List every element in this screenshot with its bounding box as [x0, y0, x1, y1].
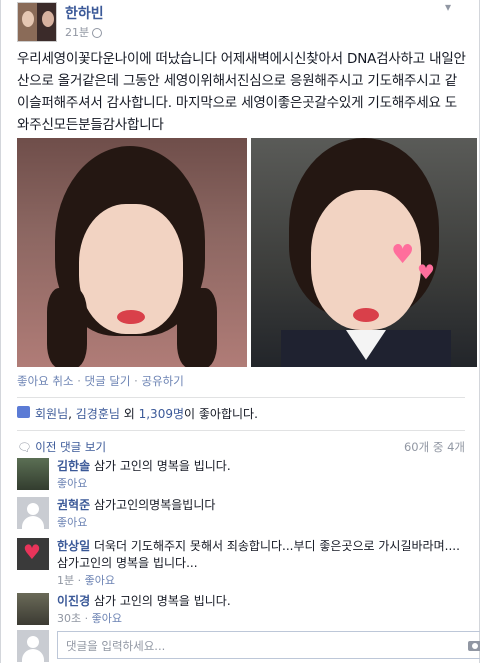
comment-input-placeholder: 댓글을 입력하세요...	[66, 639, 166, 653]
chevron-down-icon[interactable]: ▾	[445, 0, 451, 14]
comment-link[interactable]: 댓글 달기	[85, 374, 131, 388]
comment-like-link[interactable]: 좋아요	[57, 516, 87, 529]
comment-text: 삼가 고인의 명복을 빕니다.	[93, 459, 231, 473]
globe-icon	[92, 28, 103, 38]
post-actions: 좋아요 취소 · 댓글 달기 · 공유하기	[17, 373, 184, 389]
commenter-avatar[interactable]: ♥	[17, 538, 49, 570]
post-message: 우리세영이꽃다운나이에 떠났습니다 어제새벽에시신찾아서 DNA검사하고 내일안…	[17, 51, 466, 133]
comment-body: 이진경 삼가 고인의 명복을 빕니다. 30초 · 좋아요	[57, 593, 465, 627]
likes-text: 회원님, 김경훈님 외 1,309명이 좋아합니다.	[35, 405, 258, 422]
action-separator: ·	[77, 374, 81, 388]
comment-meta: 30초 · 좋아요	[57, 612, 122, 625]
heart-sticker-icon: ♥	[391, 240, 415, 270]
commenter-avatar[interactable]	[17, 593, 49, 625]
comment-like-link[interactable]: 좋아요	[85, 574, 115, 587]
likes-comma: ,	[68, 407, 76, 421]
post-photo-right[interactable]: ♥ ♥	[251, 138, 477, 367]
likes-suffix: 이 좋아합니다.	[184, 407, 258, 421]
previous-comments-bar: 🗨 이전 댓글 보기 60개 중 4개	[17, 439, 465, 455]
comment-text: 삼가 고인의 명복을 빕니다.	[93, 594, 231, 608]
comment-meta: 좋아요	[57, 514, 465, 531]
likes-summary: 회원님, 김경훈님 외 1,309명이 좋아합니다.	[17, 401, 465, 427]
likes-you-link[interactable]: 회원님	[35, 407, 68, 421]
divider	[17, 397, 465, 398]
commenter-avatar[interactable]	[17, 458, 49, 490]
comment-body: 권혁준 삼가고인의명복을빕니다 좋아요	[57, 497, 465, 531]
camera-icon[interactable]	[468, 641, 480, 651]
comment-time[interactable]: 1분	[57, 574, 74, 587]
action-separator: ·	[134, 374, 138, 388]
comment-like-link[interactable]: 좋아요	[92, 612, 122, 625]
post-time[interactable]: 21분	[65, 24, 103, 40]
thumbs-up-icon	[17, 406, 30, 418]
view-previous-comments-link[interactable]: 이전 댓글 보기	[35, 440, 106, 454]
likes-others-link[interactable]: 1,309명	[139, 407, 184, 421]
comments-count: 60개 중 4개	[403, 440, 465, 454]
post-header: 한하빈 21분 ▾	[17, 0, 457, 44]
comment-bubble-icon: 🗨	[17, 440, 32, 454]
comment-meta: 1분 · 좋아요	[57, 574, 115, 587]
commenter-name[interactable]: 김한솔	[57, 459, 90, 473]
current-user-avatar	[17, 630, 49, 662]
commenter-name[interactable]: 한상일	[57, 539, 90, 553]
unlike-link[interactable]: 좋아요 취소	[17, 374, 74, 388]
commenter-name[interactable]: 이진경	[57, 594, 90, 608]
commenter-avatar[interactable]	[17, 497, 49, 529]
post-time-label[interactable]: 21분	[65, 26, 89, 39]
divider	[17, 430, 465, 431]
comment-like-link[interactable]: 좋아요	[57, 477, 87, 490]
likes-others-prefix: 외	[119, 407, 139, 421]
comment-input[interactable]: 댓글을 입력하세요...	[57, 631, 480, 659]
comment-body: 한상일 더욱더 기도해주지 못해서 죄송합니다...부디 좋은곳으로 가시길바라…	[57, 538, 465, 589]
comment-body: 김한솔 삼가 고인의 명복을 빕니다. 좋아요	[57, 458, 465, 492]
share-link[interactable]: 공유하기	[141, 374, 183, 388]
reply-box: 댓글을 입력하세요...	[17, 630, 480, 662]
commenter-name[interactable]: 권혁준	[57, 498, 90, 512]
post-author-name[interactable]: 한하빈	[65, 3, 104, 23]
comment-text: 더욱더 기도해주지 못해서 죄송합니다...부디 좋은곳으로 가시길바라며...…	[57, 539, 460, 570]
post-photo-left[interactable]	[17, 138, 247, 367]
likes-friend-link[interactable]: 김경훈님	[76, 407, 120, 421]
post-card: 한하빈 21분 ▾ 우리세영이꽃다운나이에 떠났습니다 어제새벽에시신찾아서 D…	[0, 0, 480, 663]
comment-meta: 좋아요	[57, 475, 465, 492]
comment-time[interactable]: 30초	[57, 612, 81, 625]
heart-sticker-icon-small: ♥	[417, 260, 435, 284]
author-avatar[interactable]	[17, 2, 57, 42]
comment-text: 삼가고인의명복을빕니다	[93, 498, 216, 512]
